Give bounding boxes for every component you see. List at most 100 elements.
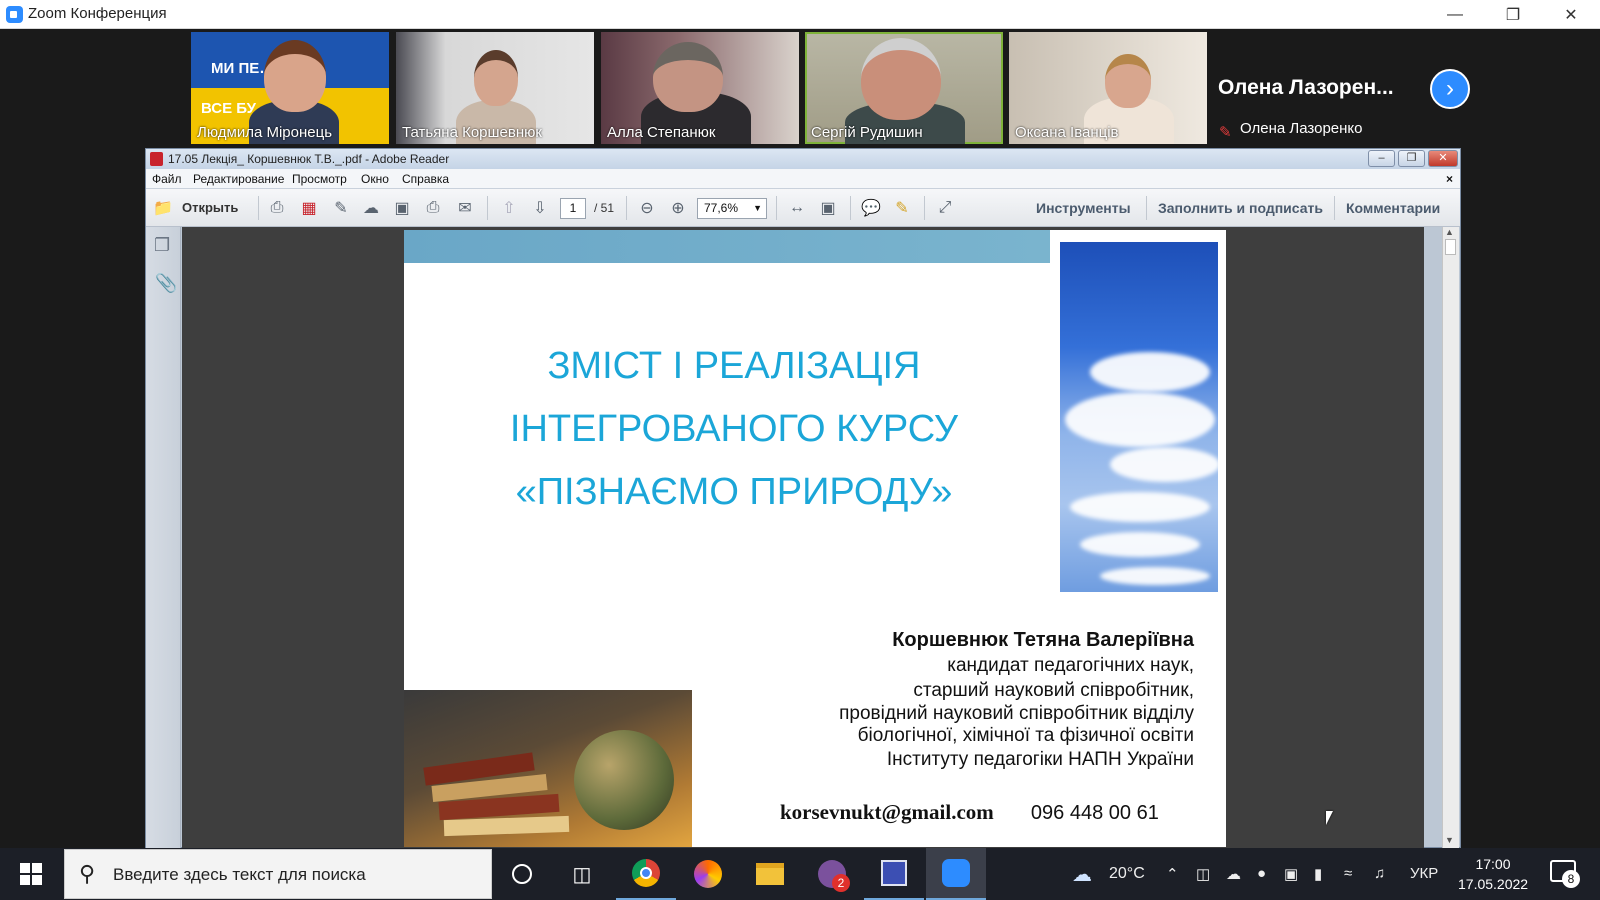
highlight-icon[interactable]: ✎ — [891, 197, 913, 219]
zoom-window-title: Zoom Конференция — [28, 5, 167, 22]
print-icon[interactable]: ⎙ — [422, 197, 444, 219]
reader-titlebar: 17.05 Лекція_ Коршевнюк Т.В._.pdf - Adob… — [146, 149, 1460, 169]
zoom-level-value: 77,6% — [704, 201, 739, 215]
slide-title: ЗМІСТ І РЕАЛІЗАЦІЯ ІНТЕГРОВАНОГО КУРСУ «… — [464, 335, 1004, 524]
video-strip: МИ ПЕ…ЕМО! ВСЕ БУ…АЇНА! Людмила Міронець… — [0, 29, 1600, 147]
reader-window-title: 17.05 Лекція_ Коршевнюк Т.В._.pdf - Adob… — [168, 152, 450, 166]
scroll-up-arrow-icon[interactable]: ▲ — [1445, 227, 1454, 237]
author-name: Коршевнюк Тетяна Валеріївна — [892, 629, 1194, 651]
author-block: Коршевнюк Тетяна Валеріївна кандидат пед… — [724, 628, 1194, 772]
close-document-icon[interactable]: × — [1446, 172, 1453, 186]
edit-pdf-icon[interactable]: ✎ — [330, 197, 352, 219]
comment-icon[interactable]: 💬 — [860, 197, 882, 219]
notification-count: 8 — [1562, 870, 1580, 888]
slide-title-line: «ПІЗНАЄМО ПРИРОДУ» — [515, 471, 953, 513]
participant-tile[interactable]: Оксана Іванців — [1009, 32, 1207, 144]
author-line: Інституту педагогіки НАПН України — [886, 749, 1194, 770]
zoom-out-icon[interactable]: ⊖ — [636, 197, 658, 219]
clock[interactable]: 17:00 17.05.2022 — [1458, 854, 1528, 894]
cloud-upload-icon[interactable]: ☁ — [360, 197, 382, 219]
folder-open-icon[interactable]: 📁 — [152, 197, 174, 219]
reader-restore-button[interactable]: ❐ — [1398, 150, 1425, 167]
minimize-button[interactable]: — — [1432, 0, 1478, 29]
menu-file[interactable]: Файл — [152, 172, 182, 186]
participant-tile-active-speaker[interactable]: Сергій Рудишин — [805, 32, 1003, 144]
close-button[interactable]: ✕ — [1548, 0, 1594, 29]
participant-tile[interactable]: МИ ПЕ…ЕМО! ВСЕ БУ…АЇНА! Людмила Міронець — [191, 32, 389, 144]
books-globe-image — [404, 690, 692, 847]
search-icon: ⚲ — [79, 861, 96, 886]
viber-icon[interactable]: 2 — [802, 848, 862, 900]
device-icon[interactable]: ◫ — [1196, 865, 1210, 883]
reader-menubar: Файл Редактирование Просмотр Окно Справк… — [146, 169, 1460, 189]
restore-button[interactable]: ❐ — [1490, 0, 1536, 29]
chevron-up-icon[interactable]: ⌃ — [1166, 865, 1179, 883]
microphone-icon[interactable]: ● — [1257, 865, 1266, 882]
page-thumbnails-icon[interactable]: ❐ — [154, 235, 170, 256]
contact-line: korsevnukt@gmail.com 096 448 00 61 — [780, 800, 1159, 825]
wifi-icon[interactable]: ≈ — [1344, 865, 1352, 882]
fullscreen-icon[interactable]: ⤢ — [934, 197, 956, 219]
keyboard-language[interactable]: УКР — [1410, 865, 1438, 882]
open-button[interactable]: Открыть — [182, 200, 238, 215]
task-view-icon[interactable]: ◫ — [552, 848, 612, 900]
start-button[interactable] — [0, 848, 62, 900]
scroll-down-arrow-icon[interactable]: ▼ — [1445, 835, 1454, 845]
tools-button[interactable]: Инструменты — [1036, 200, 1131, 216]
zoom-in-icon[interactable]: ⊕ — [667, 197, 689, 219]
muted-mic-icon: ✎ — [1219, 124, 1232, 141]
zoom-level-select[interactable]: 77,6% ▼ — [697, 198, 767, 219]
comments-button[interactable]: Комментарии — [1346, 200, 1440, 216]
previous-page-icon[interactable]: ⇧ — [498, 197, 520, 219]
author-line: провідний науковий співробітник відділу — [839, 703, 1194, 724]
zoom-titlebar: Zoom Конференция — ❐ ✕ — [0, 0, 1600, 29]
weather-temperature[interactable]: 20°C — [1109, 865, 1145, 883]
participant-tile[interactable]: Алла Степанюк — [601, 32, 799, 144]
attachments-paperclip-icon[interactable]: 📎 — [155, 273, 177, 294]
browser-icon[interactable] — [678, 848, 738, 900]
menu-view[interactable]: Просмотр — [292, 172, 347, 186]
scrollbar-thumb[interactable] — [1445, 239, 1456, 255]
cortana-icon[interactable] — [492, 848, 552, 900]
reader-minimize-button[interactable]: – — [1368, 150, 1395, 167]
participant-name: Сергій Рудишин — [811, 124, 923, 141]
participant-name: Олена Лазоренко — [1240, 120, 1363, 137]
display-icon[interactable]: ▣ — [1284, 865, 1298, 883]
author-email: korsevnukt@gmail.com — [780, 800, 994, 824]
participant-tile[interactable]: Татьяна Коршевнюк — [396, 32, 594, 144]
fit-page-icon[interactable]: ▣ — [817, 197, 839, 219]
zoom-taskbar-icon[interactable] — [926, 848, 986, 900]
reader-close-button[interactable]: ✕ — [1428, 150, 1458, 167]
convert-pdf-icon[interactable]: ▦ — [298, 197, 320, 219]
participant-name: Людмила Міронець — [197, 124, 333, 141]
volume-icon[interactable]: ♫ — [1374, 865, 1385, 882]
taskbar-search-box[interactable]: ⚲ Введите здесь текст для поиска — [64, 849, 492, 899]
pdf-page: ЗМІСТ І РЕАЛІЗАЦІЯ ІНТЕГРОВАНОГО КУРСУ «… — [404, 230, 1226, 847]
chevron-down-icon: ▼ — [753, 203, 762, 213]
save-icon[interactable]: ▣ — [391, 197, 413, 219]
fit-width-icon[interactable]: ↔ — [786, 197, 808, 219]
page-number-input[interactable]: 1 — [560, 198, 586, 219]
slide-header-bar — [404, 230, 1050, 263]
file-explorer-icon[interactable] — [740, 848, 800, 900]
mouse-cursor-icon — [1326, 811, 1333, 825]
battery-icon[interactable]: ▮ — [1314, 865, 1322, 883]
navigation-pane: ❐ 📎 — [146, 227, 181, 849]
chrome-icon[interactable] — [616, 848, 676, 900]
fill-sign-button[interactable]: Заполнить и подписать — [1158, 200, 1323, 216]
sky-clouds-image — [1060, 242, 1220, 592]
menu-help[interactable]: Справка — [402, 172, 449, 186]
menu-edit[interactable]: Редактирование — [193, 172, 284, 186]
create-pdf-icon[interactable]: ⎙ — [266, 197, 288, 219]
onedrive-cloud-icon[interactable]: ☁ — [1226, 865, 1241, 883]
participant-tile-no-video[interactable]: Олена Лазорен... ✎ Олена Лазоренко — [1213, 32, 1411, 144]
next-page-icon[interactable]: ⇩ — [529, 197, 551, 219]
notification-center-icon[interactable]: 8 — [1550, 860, 1580, 888]
save-app-icon[interactable] — [864, 848, 924, 900]
windows-logo-icon — [20, 863, 42, 885]
vertical-scrollbar[interactable]: ▲ ▼ — [1442, 227, 1459, 849]
email-icon[interactable]: ✉ — [454, 197, 476, 219]
menu-window[interactable]: Окно — [361, 172, 389, 186]
next-page-arrow-icon[interactable]: › — [1430, 69, 1470, 109]
weather-cloud-icon[interactable]: ☁ — [1072, 862, 1092, 887]
